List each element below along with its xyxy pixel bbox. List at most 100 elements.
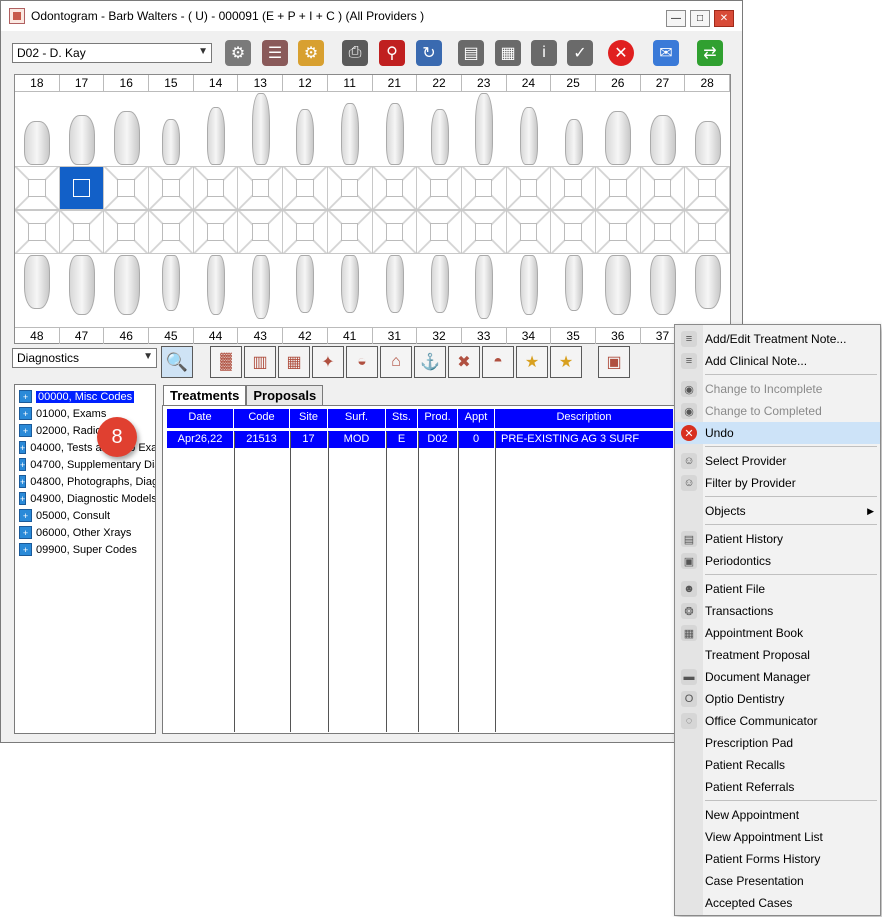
menu-item-optio-dentistry[interactable]: O Optio Dentistry	[675, 688, 880, 710]
tooth-47[interactable]	[60, 255, 105, 315]
tree-item[interactable]: +09900, Super Codes	[15, 541, 155, 558]
tooth-number-23[interactable]: 23	[462, 75, 507, 91]
tooth-number-44[interactable]: 44	[194, 328, 239, 344]
tab-proposals[interactable]: Proposals	[246, 385, 324, 405]
tooth-number-46[interactable]: 46	[104, 328, 150, 344]
menu-item-undo[interactable]: ✕ Undo	[675, 422, 880, 444]
toolbar-button-printer[interactable]: ⎙	[339, 37, 371, 69]
tooth-25[interactable]	[551, 93, 596, 165]
toolbar-button-calendar-tooth[interactable]: ▦	[492, 37, 524, 69]
tooth-32[interactable]	[417, 255, 462, 313]
tooth-number-17[interactable]: 17	[60, 75, 105, 91]
tooth-31[interactable]	[373, 255, 418, 313]
tree-item[interactable]: +06000, Other Xrays	[15, 524, 155, 541]
tooth-22[interactable]	[417, 93, 462, 165]
tooth-number-16[interactable]: 16	[104, 75, 150, 91]
tooth-number-14[interactable]: 14	[194, 75, 239, 91]
tooth-number-12[interactable]: 12	[283, 75, 328, 91]
surface-box-34[interactable]	[506, 211, 552, 253]
menu-item-document-manager[interactable]: ▬ Document Manager	[675, 666, 880, 688]
tooth-46[interactable]	[104, 255, 149, 315]
tooth-44[interactable]	[194, 255, 239, 315]
tree-item[interactable]: +04700, Supplementary Diagnostics	[15, 456, 155, 473]
menu-item-filter-by-provider[interactable]: ☺ Filter by Provider	[675, 472, 880, 494]
procedure-button-denture[interactable]: ◒	[346, 346, 378, 378]
tooth-15[interactable]	[149, 93, 194, 165]
tooth-45[interactable]	[149, 255, 194, 311]
tooth-16[interactable]	[104, 93, 149, 165]
tooth-35[interactable]	[551, 255, 596, 311]
tooth-number-36[interactable]: 36	[596, 328, 641, 344]
tooth-number-48[interactable]: 48	[15, 328, 60, 344]
tab-treatments[interactable]: Treatments	[163, 385, 247, 405]
surface-box-37[interactable]	[640, 211, 686, 253]
tooth-number-47[interactable]: 47	[60, 328, 105, 344]
tooth-number-41[interactable]: 41	[328, 328, 373, 344]
surface-box-17[interactable]	[59, 167, 105, 209]
tooth-number-45[interactable]: 45	[149, 328, 194, 344]
toolbar-button-send-mail[interactable]: ✉	[650, 37, 682, 69]
surface-box-26[interactable]	[595, 167, 641, 209]
menu-item-add-edit-treatment-note[interactable]: ≡ Add/Edit Treatment Note...	[675, 328, 880, 350]
surface-box-25[interactable]	[551, 167, 596, 209]
surface-box-36[interactable]	[595, 211, 641, 253]
menu-item-appointment-book[interactable]: ▦ Appointment Book	[675, 622, 880, 644]
minimize-button[interactable]: —	[666, 10, 686, 27]
tooth-12[interactable]	[283, 93, 328, 165]
toolbar-button-refresh[interactable]: ⇄	[694, 37, 726, 69]
surface-box-28[interactable]	[685, 167, 730, 209]
procedure-button-tooth-mark[interactable]: ✦	[312, 346, 344, 378]
tooth-17[interactable]	[60, 93, 105, 165]
menu-item-periodontics[interactable]: ▣ Periodontics	[675, 550, 880, 572]
procedure-button-crown[interactable]: ⌂	[380, 346, 412, 378]
tooth-number-15[interactable]: 15	[149, 75, 194, 91]
surface-box-15[interactable]	[149, 167, 194, 209]
tooth-26[interactable]	[596, 93, 641, 165]
col-code[interactable]: Code	[234, 409, 290, 428]
category-select[interactable]: Diagnostics ▼	[12, 348, 157, 368]
tooth-number-42[interactable]: 42	[283, 328, 328, 344]
surface-box-11[interactable]	[327, 167, 373, 209]
surface-box-16[interactable]	[104, 167, 150, 209]
toolbar-button-tooth-check[interactable]: ✓	[564, 37, 596, 69]
col-status[interactable]: Sts.	[386, 409, 418, 428]
surface-box-35[interactable]	[551, 211, 596, 253]
menu-item-patient-history[interactable]: ▤ Patient History	[675, 528, 880, 550]
surface-box-24[interactable]	[506, 167, 552, 209]
tooth-number-31[interactable]: 31	[373, 328, 418, 344]
tooth-number-26[interactable]: 26	[596, 75, 641, 91]
menu-item-select-provider[interactable]: ☺ Select Provider	[675, 450, 880, 472]
tooth-number-34[interactable]: 34	[507, 328, 552, 344]
toolbar-button-gear-doc[interactable]: ⚙	[222, 37, 254, 69]
surface-box-45[interactable]	[149, 211, 194, 253]
procedure-button-extraction[interactable]: ✖	[448, 346, 480, 378]
tooth-number-22[interactable]: 22	[417, 75, 462, 91]
menu-item-office-communicator[interactable]: ◌ Office Communicator	[675, 710, 880, 732]
col-date[interactable]: Date	[167, 409, 234, 428]
tooth-number-13[interactable]: 13	[238, 75, 284, 91]
menu-item-patient-recalls[interactable]: Patient Recalls	[675, 754, 880, 776]
maximize-button[interactable]: □	[690, 10, 710, 27]
procedure-button-tooth-frame[interactable]: ▣	[598, 346, 630, 378]
surface-box-12[interactable]	[283, 167, 328, 209]
tooth-number-11[interactable]: 11	[328, 75, 373, 91]
menu-item-patient-referrals[interactable]: Patient Referrals	[675, 776, 880, 798]
tree-item[interactable]: +01000, Exams	[15, 405, 155, 422]
menu-item-change-to-completed[interactable]: ◉ Change to Completed	[675, 400, 880, 422]
surface-box-42[interactable]	[283, 211, 328, 253]
tooth-number-18[interactable]: 18	[15, 75, 60, 91]
tooth-24[interactable]	[507, 93, 552, 165]
menu-item-case-presentation[interactable]: Case Presentation	[675, 870, 880, 892]
tooth-36[interactable]	[596, 255, 641, 315]
tooth-23[interactable]	[462, 93, 507, 165]
menu-item-new-appointment[interactable]: New Appointment	[675, 804, 880, 826]
procedure-button-sealant[interactable]: ▦	[278, 346, 310, 378]
tooth-number-27[interactable]: 27	[641, 75, 686, 91]
procedure-button-implant[interactable]: ⚓	[414, 346, 446, 378]
tooth-number-35[interactable]: 35	[551, 328, 596, 344]
tooth-42[interactable]	[283, 255, 328, 313]
surface-box-41[interactable]	[327, 211, 373, 253]
tooth-34[interactable]	[507, 255, 552, 315]
tooth-21[interactable]	[373, 93, 418, 165]
menu-item-add-clinical-note[interactable]: ≡ Add Clinical Note...	[675, 350, 880, 372]
